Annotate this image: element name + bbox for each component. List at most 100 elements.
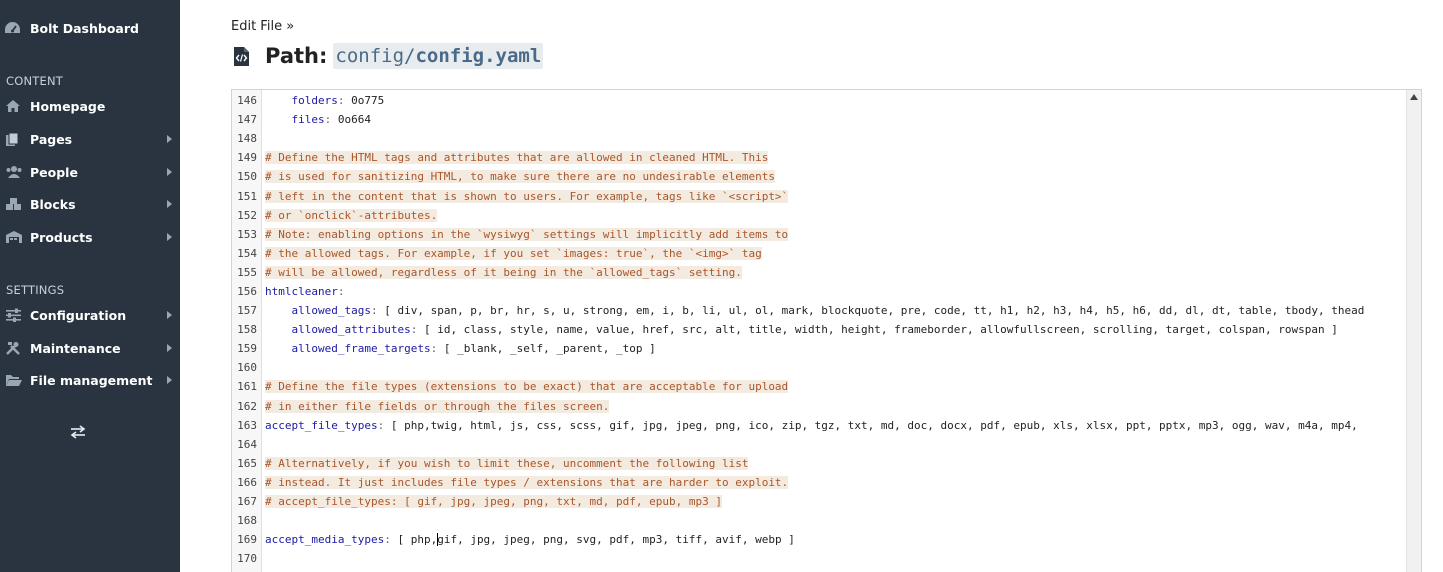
line-content: files: 0o664 [262, 113, 371, 126]
line-content: folders: 0o775 [262, 94, 384, 107]
sidebar-item-homepage[interactable]: Homepage [0, 94, 180, 118]
code-line[interactable]: 165 # Alternatively, if you wish to limit… [232, 454, 1406, 473]
code-line[interactable]: 154 # the allowed tags. For example, if y… [232, 244, 1406, 263]
line-number: 156 [237, 284, 257, 298]
yaml-value: [ php,twig, html, js, css, scss, gif, jp… [384, 418, 1358, 432]
code-line[interactable]: 148 [232, 129, 1406, 148]
code-line[interactable]: 157 allowed_tags: [ div, span, p, br, hr… [232, 301, 1406, 320]
chevron-right-icon [167, 311, 172, 319]
code-line[interactable]: 159 allowed_frame_targets: [ _blank, _se… [232, 339, 1406, 358]
sidebar-item-file-management[interactable]: File management [0, 368, 180, 392]
line-content: # will be allowed, regardless of it bein… [262, 265, 742, 279]
sidebar-toggle-button[interactable] [68, 424, 88, 442]
sidebar-item-products[interactable]: Products [0, 225, 180, 249]
yaml-colon: : [337, 284, 345, 298]
page-title: Path: config/config.yaml [233, 40, 544, 72]
sidebar-item-blocks[interactable]: Blocks [0, 192, 180, 216]
yaml-key: allowed_tags [265, 304, 371, 318]
line-content: allowed_tags: [ div, span, p, br, hr, s,… [262, 304, 1364, 317]
sidebar-item-label: Maintenance [30, 340, 121, 356]
code-line[interactable]: 169 accept_media_types: [ php,gif, jpg, j… [232, 530, 1406, 549]
code-line[interactable]: 151 # left in the content that is shown t… [232, 186, 1406, 205]
line-content: # left in the content that is shown to u… [262, 189, 789, 203]
sidebar-item-people[interactable]: People [0, 160, 180, 184]
chevron-right-icon [167, 200, 172, 208]
code-line[interactable]: 168 [232, 511, 1406, 530]
line-number: 152 [237, 208, 257, 222]
code-line[interactable]: 149 # Define the HTML tags and attributes… [232, 148, 1406, 167]
content-heading: CONTENT [6, 74, 64, 88]
line-content: # Note: enabling options in the `wysiwyg… [262, 227, 789, 241]
file-copy-icon [0, 132, 30, 147]
line-number: 170 [237, 552, 257, 566]
code-line[interactable]: 163 accept_file_types: [ php,twig, html, … [232, 416, 1406, 435]
path-dir: config/ [335, 45, 416, 67]
code-comment: # is used for sanitizing HTML, to make s… [265, 170, 775, 184]
code-line[interactable]: 170 [232, 549, 1406, 568]
line-number: 163 [237, 418, 257, 432]
breadcrumb: Edit File » [231, 19, 295, 34]
line-number: 148 [237, 132, 257, 146]
yaml-key: folders [265, 94, 338, 108]
line-number: 155 [237, 265, 257, 279]
code-comment: # Alternatively, if you wish to limit th… [265, 456, 749, 470]
line-number: 158 [237, 323, 257, 337]
code-comment: # will be allowed, regardless of it bein… [265, 265, 742, 279]
code-line[interactable]: 153 # Note: enabling options in the `wysi… [232, 225, 1406, 244]
vertical-scrollbar[interactable] [1406, 90, 1421, 572]
line-content: # instead. It just includes file types /… [262, 475, 789, 489]
dashboard-link[interactable]: Bolt Dashboard [0, 18, 180, 38]
sidebar: Bolt Dashboard CONTENT Homepage Pages Pe… [0, 0, 180, 572]
sidebar-item-label: Homepage [30, 98, 106, 114]
code-line[interactable]: 160 [232, 358, 1406, 377]
line-content: allowed_attributes: [ id, class, style, … [262, 323, 1337, 337]
code-lines[interactable]: 146 folders: 0o775 147 files: 0o664 148 149… [232, 91, 1406, 568]
line-number: 151 [237, 189, 257, 203]
code-line[interactable]: 161 # Define the file types (extensions t… [232, 377, 1406, 396]
code-line[interactable]: 167 # accept_file_types: [ gif, jpg, jpeg… [232, 492, 1406, 511]
code-line[interactable]: 156 htmlcleaner: [232, 282, 1406, 301]
yaml-value: gif, jpg, jpeg, png, svg, pdf, mp3, tiff… [437, 532, 795, 546]
warehouse-icon [0, 230, 30, 244]
sidebar-item-label: Configuration [30, 307, 127, 323]
line-number: 154 [237, 246, 257, 260]
file-path: config/config.yaml [333, 43, 544, 69]
line-number: 147 [237, 113, 257, 127]
code-line[interactable]: 146 folders: 0o775 [232, 91, 1406, 110]
home-icon [0, 99, 30, 113]
yaml-value: 0o775 [344, 94, 385, 108]
line-number: 161 [237, 380, 257, 394]
code-line[interactable]: 158 allowed_attributes: [ id, class, sty… [232, 320, 1406, 339]
sidebar-item-configuration[interactable]: Configuration [0, 303, 180, 327]
yaml-value: [ div, span, p, br, hr, s, u, strong, em… [377, 304, 1365, 318]
line-content: accept_media_types: [ php,gif, jpg, jpeg… [262, 533, 795, 547]
code-line[interactable]: 164 [232, 435, 1406, 454]
yaml-value: [ _blank, _self, _parent, _top ] [437, 342, 656, 356]
line-content: # Define the HTML tags and attributes th… [262, 151, 769, 165]
chevron-right-icon [167, 168, 172, 176]
code-editor[interactable]: 146 folders: 0o775 147 files: 0o664 148 149… [231, 89, 1422, 572]
code-line[interactable]: 150 # is used for sanitizing HTML, to mak… [232, 167, 1406, 186]
line-content: # Define the file types (extensions to b… [262, 380, 789, 394]
sidebar-item-maintenance[interactable]: Maintenance [0, 336, 180, 360]
line-content: # or `onclick`-attributes. [262, 208, 438, 222]
yaml-key: allowed_attributes [265, 323, 411, 337]
code-line[interactable]: 166 # instead. It just includes file type… [232, 473, 1406, 492]
code-line[interactable]: 162 # in either file fields or through th… [232, 397, 1406, 416]
yaml-key: allowed_frame_targets [265, 342, 431, 356]
line-number: 157 [237, 304, 257, 318]
line-number: 166 [237, 475, 257, 489]
code-line[interactable]: 155 # will be allowed, regardless of it b… [232, 263, 1406, 282]
yaml-colon: : [370, 304, 378, 318]
line-number: 169 [237, 533, 257, 547]
line-content: # in either file fields or through the f… [262, 399, 610, 413]
sidebar-item-label: Pages [30, 131, 73, 147]
yaml-key: accept_media_types [265, 532, 385, 546]
code-line[interactable]: 147 files: 0o664 [232, 110, 1406, 129]
tachometer-icon [0, 21, 30, 35]
sidebar-item-pages[interactable]: Pages [0, 127, 180, 151]
chevron-right-icon [167, 344, 172, 352]
line-content: allowed_frame_targets: [ _blank, _self, … [262, 342, 656, 356]
code-line[interactable]: 152 # or `onclick`-attributes. [232, 206, 1406, 225]
scroll-up-arrow-icon[interactable] [1410, 94, 1418, 100]
